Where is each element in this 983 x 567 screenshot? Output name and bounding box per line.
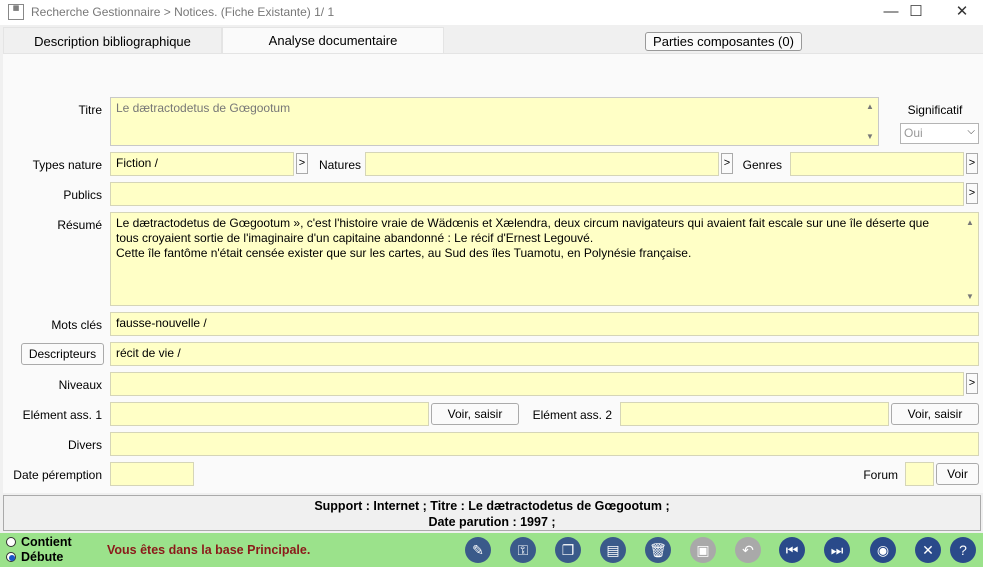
- trash-icon[interactable]: 🗑: [645, 537, 671, 563]
- maximize-icon[interactable]: ☐: [893, 2, 939, 22]
- status-line: Date parution : 1997 ;: [428, 515, 556, 529]
- divers-field[interactable]: [110, 432, 979, 456]
- mots-cles-label: Mots clés: [51, 318, 102, 332]
- natures-field[interactable]: [365, 152, 719, 176]
- resume-line: Le dætractodetus de Gœgootum », c'est l'…: [116, 216, 929, 230]
- publics-arrow-button[interactable]: >: [966, 183, 978, 204]
- significatif-label: Significatif: [907, 103, 963, 117]
- title-bar: ▦ Recherche Gestionnaire > Notices. (Fic…: [0, 0, 983, 25]
- types-nature-label: Types nature: [32, 158, 102, 172]
- radio-debute[interactable]: [6, 552, 16, 562]
- significatif-value: Oui: [904, 126, 923, 140]
- tab-description-bibliographique[interactable]: Description bibliographique: [3, 27, 222, 53]
- natures-arrow-button[interactable]: >: [721, 153, 733, 174]
- radio-contient[interactable]: [6, 537, 16, 547]
- chevron-down-icon: ⌵: [967, 126, 975, 137]
- close-window-icon[interactable]: ✕: [939, 2, 983, 22]
- mots-cles-field[interactable]: fausse-nouvelle /: [110, 312, 979, 336]
- niveaux-label: Niveaux: [58, 378, 102, 392]
- copy-icon[interactable]: ❐: [555, 537, 581, 563]
- voir-button[interactable]: Voir: [936, 463, 979, 485]
- divers-label: Divers: [67, 438, 102, 452]
- first-record-icon[interactable]: ⏮: [779, 537, 805, 563]
- key-icon[interactable]: ⚿: [510, 537, 536, 563]
- resume-line: Cette île fantôme n'était censée exister…: [116, 246, 692, 260]
- save-icon[interactable]: ▣: [690, 537, 716, 563]
- genres-arrow-button[interactable]: >: [966, 153, 978, 174]
- niveaux-field[interactable]: [110, 372, 964, 396]
- view-icon[interactable]: ◉: [870, 537, 896, 563]
- radio-debute-label: Débute: [21, 550, 64, 564]
- element2-field[interactable]: [620, 402, 889, 426]
- resume-line: tous croyaient sortie de l'imaginaire d'…: [116, 231, 594, 245]
- resume-field[interactable]: Le dætractodetus de Gœgootum », c'est l'…: [110, 212, 979, 306]
- significatif-select[interactable]: Oui ⌵: [900, 123, 979, 144]
- radio-contient-label: Contient: [21, 535, 72, 549]
- types-nature-field[interactable]: Fiction /: [110, 152, 294, 176]
- element2-voir-saisir-button[interactable]: Voir, saisir: [891, 403, 979, 425]
- close-icon[interactable]: ✕: [915, 537, 941, 563]
- date-peremption-field[interactable]: [110, 462, 194, 486]
- niveaux-arrow-button[interactable]: >: [966, 373, 978, 394]
- scroll-up-icon[interactable]: ▲: [965, 218, 975, 227]
- scroll-down-icon[interactable]: ▼: [865, 132, 875, 141]
- element1-field[interactable]: [110, 402, 429, 426]
- last-record-icon[interactable]: ⏭: [824, 537, 850, 563]
- natures-label: Natures: [318, 158, 361, 172]
- note-icon[interactable]: ▤: [600, 537, 626, 563]
- date-peremption-label: Date péremption: [13, 468, 102, 482]
- edit-icon[interactable]: ✎: [465, 537, 491, 563]
- scroll-down-icon[interactable]: ▼: [965, 292, 975, 301]
- window-title: Recherche Gestionnaire > Notices. (Fiche…: [31, 5, 335, 19]
- resume-label: Résumé: [57, 218, 102, 232]
- help-icon[interactable]: ?: [950, 537, 976, 563]
- status-line: Support : Internet ; Titre : Le dætracto…: [314, 499, 670, 513]
- titre-field[interactable]: Le dætractodetus de Gœgootum: [110, 97, 879, 146]
- base-message: Vous êtes dans la base Principale.: [107, 543, 311, 557]
- element1-label: Elément ass. 1: [22, 408, 102, 422]
- genres-field[interactable]: [790, 152, 964, 176]
- element2-label: Elément ass. 2: [532, 408, 612, 422]
- forum-field[interactable]: [905, 462, 934, 486]
- types-nature-arrow-button[interactable]: >: [296, 153, 308, 174]
- element1-voir-saisir-button[interactable]: Voir, saisir: [431, 403, 519, 425]
- descripteurs-button[interactable]: Descripteurs: [21, 343, 104, 365]
- publics-field[interactable]: [110, 182, 964, 206]
- app-icon: ▦: [8, 4, 24, 20]
- publics-label: Publics: [63, 188, 102, 202]
- genres-label: Genres: [742, 158, 782, 172]
- status-summary: Support : Internet ; Titre : Le dætracto…: [3, 495, 981, 531]
- parties-composantes-button[interactable]: Parties composantes (0): [645, 32, 802, 51]
- descripteurs-field[interactable]: récit de vie /: [110, 342, 979, 366]
- titre-label: Titre: [78, 103, 102, 117]
- forum-label: Forum: [863, 468, 898, 482]
- tab-analyse-documentaire[interactable]: Analyse documentaire: [222, 27, 444, 53]
- scroll-up-icon[interactable]: ▲: [865, 102, 875, 111]
- undo-icon[interactable]: ↶: [735, 537, 761, 563]
